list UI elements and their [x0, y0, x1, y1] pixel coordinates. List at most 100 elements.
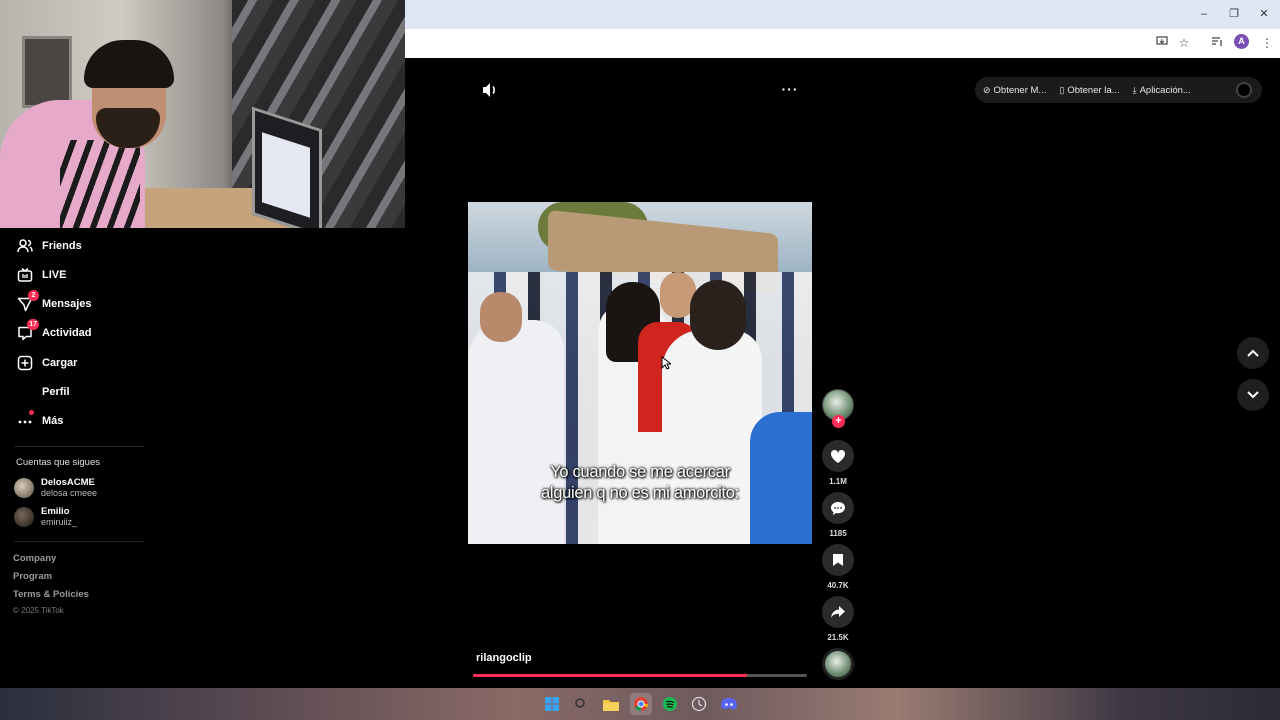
sidebar-item-upload[interactable]: Cargar [14, 352, 77, 374]
sidebar-item-messages[interactable]: 2 Mensajes [14, 290, 92, 315]
coin-icon: ⊘ [983, 84, 991, 95]
restore-button[interactable]: ❐ [1222, 4, 1246, 24]
video-caption: Yo cuando se me acercar alguien q no es … [468, 462, 812, 504]
download-app-label: Aplicación... [1139, 84, 1191, 96]
search-icon[interactable] [570, 693, 592, 715]
minimize-button[interactable]: – [1192, 4, 1216, 24]
account-name: DelosACME [41, 477, 95, 488]
share-button[interactable] [822, 596, 854, 628]
video-student-left [468, 320, 564, 544]
sidebar-divider [14, 446, 144, 447]
avatar [14, 507, 34, 527]
sidebar-item-label: Cargar [42, 357, 78, 369]
webcam-overlay [0, 0, 405, 228]
caption-line-2: alguien q no es mi amorcito: [541, 484, 739, 502]
install-app-icon[interactable] [1151, 32, 1173, 54]
get-coins-label: Obtener M... [993, 84, 1047, 96]
file-explorer-icon[interactable] [600, 693, 622, 715]
like-button[interactable] [822, 440, 854, 472]
following-account[interactable]: Emilio emiruiiz_ [14, 504, 77, 530]
video-progress-bar[interactable] [473, 674, 807, 677]
video-white-jacket [662, 330, 762, 544]
sidebar-item-label: LIVE [42, 269, 67, 281]
phone-icon: ▯ [1059, 84, 1065, 95]
messages-badge: 2 [28, 290, 39, 301]
upload-icon [14, 352, 36, 374]
get-app-label: Obtener la... [1067, 84, 1120, 96]
live-icon [14, 264, 36, 286]
shirt-stripes [60, 140, 140, 228]
sidebar-item-label: Mensajes [42, 298, 92, 310]
like-count: 1.1M [829, 477, 847, 486]
following-account[interactable]: DelosACME delosa cmeee [14, 475, 97, 501]
copyright: © 2025 TikTok [13, 606, 64, 615]
get-app-button[interactable]: ▯ Obtener la... [1059, 85, 1119, 96]
windows-start-icon[interactable] [541, 693, 563, 715]
discord-icon[interactable] [718, 693, 740, 715]
comment-button[interactable] [822, 492, 854, 524]
account-handle: emiruiiz_ [41, 517, 78, 527]
caption-line-1: Yo cuando se me acercar [550, 463, 730, 481]
bookmark-icon [833, 554, 843, 566]
sidebar-item-friends[interactable]: Friends [14, 235, 82, 257]
footer-link-program[interactable]: Program [13, 571, 52, 582]
video-progress-fill [473, 674, 747, 677]
heart-icon [830, 449, 846, 463]
activity-badge: 17 [27, 319, 39, 330]
more-icon [14, 410, 36, 432]
wall-frame [22, 36, 72, 108]
download-icon: ⤓ [1132, 84, 1137, 95]
spotify-icon[interactable] [659, 693, 681, 715]
activity-icon: 17 [14, 319, 39, 344]
share-icon [831, 606, 845, 618]
clock-app-icon[interactable] [688, 693, 710, 715]
chrome-icon[interactable] [630, 693, 652, 715]
follow-plus-icon[interactable]: + [832, 415, 845, 428]
sidebar-item-label: Más [42, 415, 64, 427]
reading-list-icon[interactable] [1206, 32, 1228, 54]
close-button[interactable]: ✕ [1252, 4, 1276, 24]
video-author[interactable]: rilangoclip [476, 652, 532, 664]
chevron-down-icon [1247, 391, 1259, 399]
chevron-up-icon [1247, 349, 1259, 357]
sidebar-item-label: Friends [42, 240, 82, 252]
avatar [14, 478, 34, 498]
sidebar-item-more[interactable]: Más [14, 410, 63, 432]
account-name: Emilio [41, 506, 70, 517]
get-coins-button[interactable]: ⊘ Obtener M... [983, 85, 1046, 96]
browser-menu-icon[interactable]: ⋮ [1256, 32, 1278, 54]
previous-video-button[interactable] [1237, 337, 1269, 369]
top-actions-bar: ⊘ Obtener M... ▯ Obtener la... ⤓ Aplicac… [975, 77, 1262, 103]
messages-icon: 2 [14, 290, 39, 315]
notification-dot [29, 410, 34, 415]
browser-profile-avatar[interactable]: A [1234, 34, 1249, 49]
download-app-button[interactable]: ⤓ Aplicación... [1133, 85, 1191, 96]
mouse-cursor-icon [661, 355, 673, 370]
user-avatar[interactable] [1236, 82, 1252, 98]
bookmark-star-icon[interactable]: ☆ [1173, 32, 1195, 54]
account-handle: delosa cmeee [41, 488, 98, 498]
footer-link-company[interactable]: Company [13, 553, 56, 564]
following-section-title: Cuentas que sigues [16, 457, 100, 468]
volume-icon[interactable] [478, 80, 502, 100]
video-jacket-head [690, 280, 746, 350]
browser-titlebar [405, 0, 1280, 29]
sidebar-item-live[interactable]: LIVE [14, 264, 66, 286]
sidebar-item-profile[interactable]: Perfil [14, 381, 70, 403]
footer-link-terms[interactable]: Terms & Policies [13, 589, 89, 600]
profile-icon [14, 381, 36, 403]
sidebar-item-activity[interactable]: 17 Actividad [14, 319, 92, 344]
friends-icon [14, 235, 36, 257]
browser-toolbar [405, 29, 1280, 58]
comment-count: 1185 [829, 529, 847, 538]
share-count: 21.5K [827, 633, 849, 642]
video-more-options-icon[interactable]: ··· [778, 80, 802, 100]
person-hair [84, 40, 174, 88]
next-video-button[interactable] [1237, 379, 1269, 411]
comment-icon [831, 501, 845, 515]
sidebar-divider [14, 541, 144, 542]
sound-disc[interactable] [822, 648, 854, 680]
save-button[interactable] [822, 544, 854, 576]
video-student-head [480, 292, 522, 342]
sidebar-item-label: Perfil [42, 386, 70, 398]
